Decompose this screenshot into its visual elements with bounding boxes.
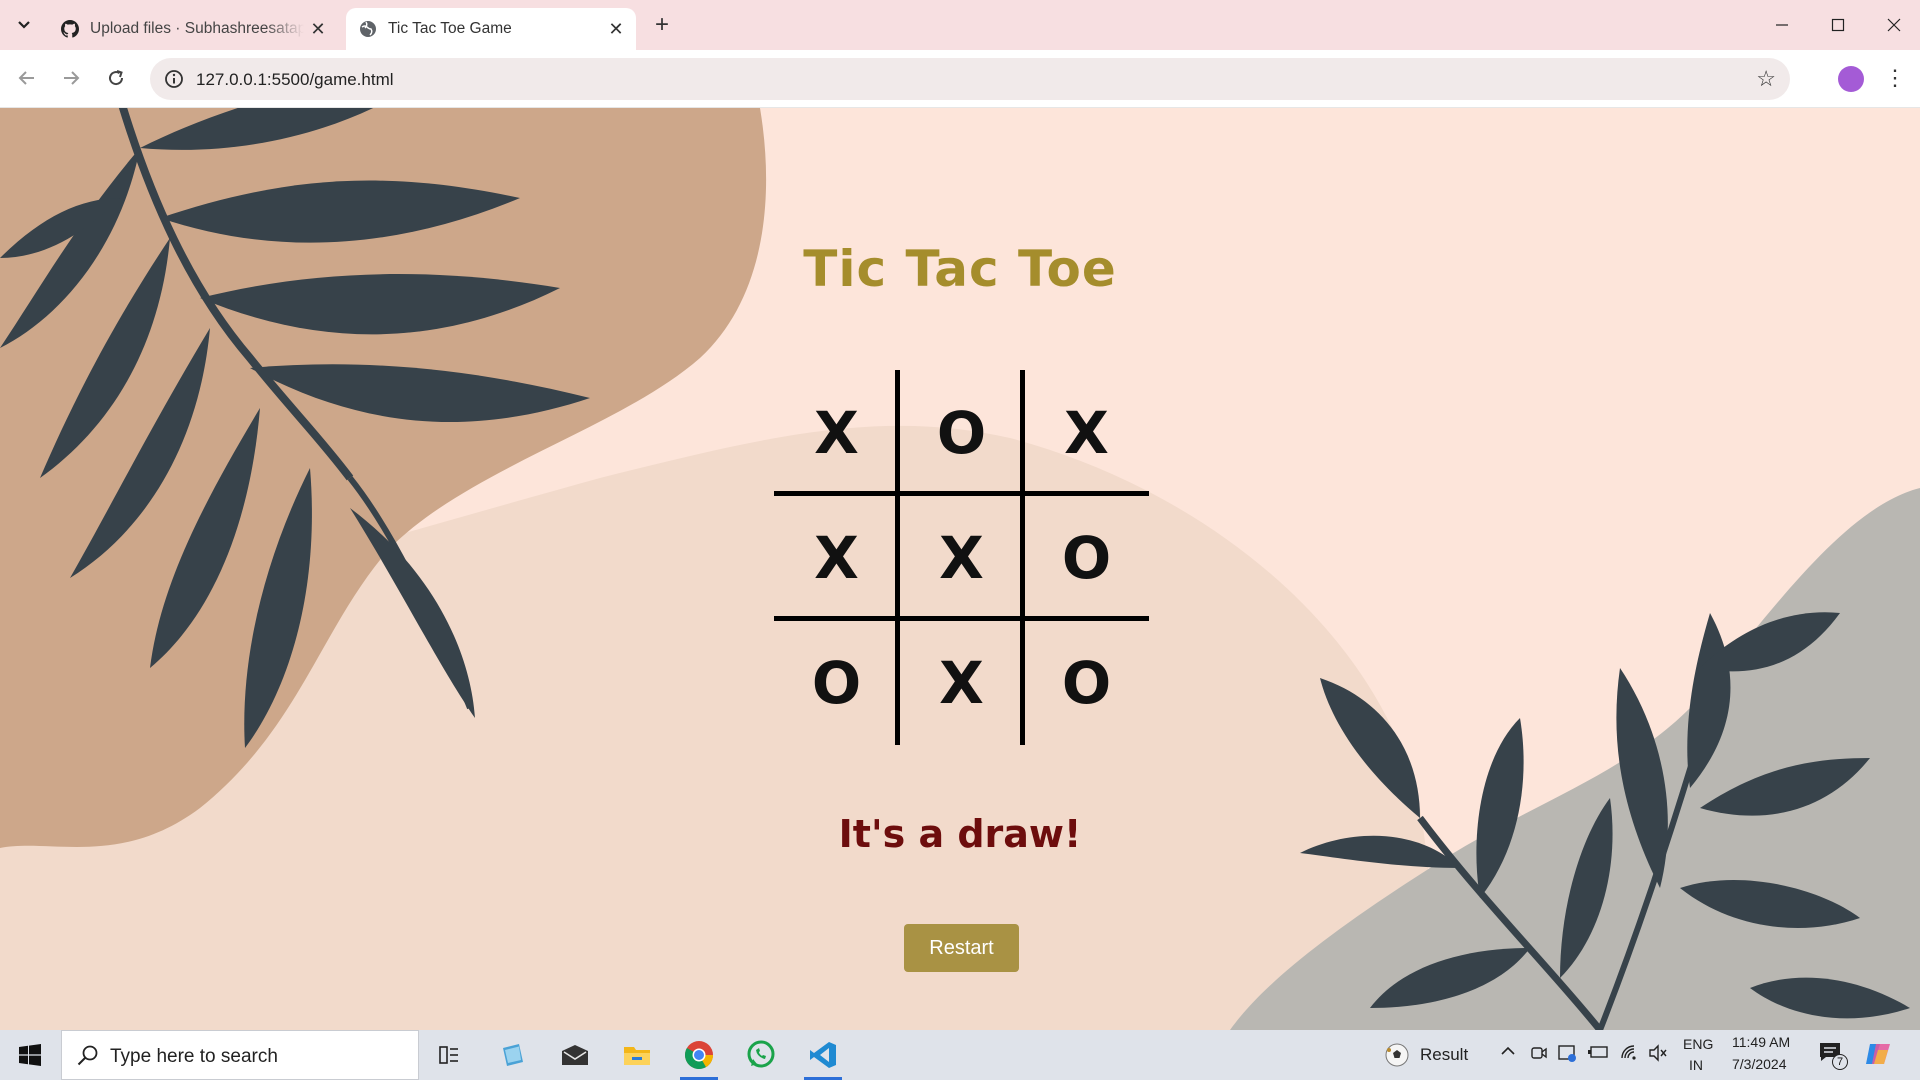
whatsapp-icon	[747, 1040, 775, 1068]
board-cell-2[interactable]: O	[899, 370, 1024, 495]
taskbar-app-vscode[interactable]	[798, 1033, 848, 1080]
task-view-icon	[439, 1046, 458, 1064]
game-title: Tic Tac Toe	[803, 240, 1117, 298]
new-tab-button[interactable]: +	[648, 11, 676, 39]
taskbar-search-box[interactable]: Type here to search	[61, 1030, 419, 1080]
tab-search-button[interactable]	[11, 12, 37, 38]
tab-title: Upload files · Subhashreesatapathy	[90, 20, 304, 37]
weather-label: Result	[1420, 1045, 1469, 1064]
grid-line	[895, 370, 900, 745]
restart-button[interactable]: Restart	[904, 924, 1019, 972]
soccer-ball-icon	[1385, 1043, 1409, 1067]
browser-tab-bar: Upload files · Subhashreesatapathy ✕ Tic…	[0, 0, 1920, 50]
taskbar-app-chrome[interactable]	[674, 1033, 724, 1080]
game-page: Tic Tac Toe X O X X X O O X O It's a dra…	[0, 108, 1920, 1030]
tab-title: Tic Tac Toe Game	[388, 20, 512, 37]
board-cell-6[interactable]: O	[1024, 495, 1149, 620]
folder-icon	[624, 1047, 650, 1065]
language-code: ENG	[1683, 1036, 1714, 1052]
copilot-button[interactable]	[1864, 1040, 1894, 1070]
board-cell-4[interactable]: X	[774, 495, 899, 620]
windows-logo-icon	[19, 1044, 41, 1066]
defender-icon[interactable]	[1557, 1043, 1577, 1068]
copilot-icon	[1866, 1044, 1890, 1064]
window-close-button[interactable]	[1866, 0, 1920, 50]
windows-taskbar: Type here to search Result ENG IN 11:49 …	[0, 1030, 1920, 1080]
task-view-button[interactable]	[425, 1033, 475, 1077]
mail-icon	[562, 1045, 588, 1065]
taskbar-app-mail[interactable]	[550, 1033, 600, 1077]
address-bar[interactable]: 127.0.0.1:5500/game.html ☆	[150, 58, 1790, 100]
maximize-icon	[1831, 18, 1845, 32]
board-cell-5[interactable]: X	[899, 495, 1024, 620]
show-hidden-icons-icon[interactable]	[1500, 1043, 1520, 1063]
minimize-button[interactable]	[1754, 0, 1810, 50]
close-icon[interactable]: ✕	[602, 15, 630, 43]
weather-widget[interactable]: Result	[1380, 1040, 1500, 1070]
vscode-icon	[810, 1042, 836, 1068]
meet-now-icon[interactable]	[1530, 1044, 1548, 1067]
board-cell-8[interactable]: X	[899, 620, 1024, 745]
volume-muted-icon[interactable]	[1648, 1044, 1668, 1067]
game-board: X O X X X O O X O	[774, 370, 1149, 745]
notification-center-button[interactable]: 7	[1818, 1040, 1848, 1070]
game-status-message: It's a draw!	[838, 812, 1082, 856]
notes-app-icon	[503, 1044, 523, 1066]
board-cell-7[interactable]: O	[774, 620, 899, 745]
back-button[interactable]	[11, 62, 43, 94]
start-button[interactable]	[8, 1035, 52, 1075]
globe-icon	[358, 19, 378, 39]
taskbar-app-file-explorer[interactable]	[612, 1033, 662, 1077]
chrome-icon	[685, 1041, 713, 1069]
reload-icon	[109, 70, 124, 86]
language-indicator[interactable]: ENG IN	[1680, 1035, 1716, 1075]
board-cell-3[interactable]: X	[1024, 370, 1149, 495]
wifi-icon[interactable]	[1620, 1043, 1640, 1066]
grid-line	[1020, 370, 1025, 745]
battery-icon[interactable]	[1587, 1044, 1609, 1065]
close-icon	[1887, 18, 1901, 32]
board-cell-9[interactable]: O	[1024, 620, 1149, 745]
notification-count-badge: 7	[1832, 1054, 1848, 1070]
clock-date: 7/3/2024	[1732, 1056, 1787, 1072]
arrow-left-icon	[18, 71, 34, 85]
tab-tic-tac-toe[interactable]: Tic Tac Toe Game ✕	[346, 8, 636, 50]
forward-button[interactable]	[55, 62, 87, 94]
region-code: IN	[1689, 1057, 1703, 1073]
browser-toolbar: 127.0.0.1:5500/game.html ☆ ⋮	[0, 50, 1920, 108]
taskbar-app-notes[interactable]	[488, 1033, 538, 1077]
github-icon	[60, 19, 80, 39]
url-text[interactable]: 127.0.0.1:5500/game.html	[196, 70, 394, 90]
grid-line	[774, 491, 1149, 496]
arrow-right-icon	[64, 71, 80, 85]
board-cell-1[interactable]: X	[774, 370, 899, 495]
site-info-icon[interactable]	[164, 69, 184, 89]
clock[interactable]: 11:49 AM 7/3/2024	[1728, 1033, 1808, 1077]
chevron-down-icon	[18, 21, 30, 29]
grid-line	[774, 616, 1149, 621]
bookmark-star-icon[interactable]: ☆	[1756, 66, 1776, 92]
minimize-icon	[1776, 24, 1788, 26]
close-icon[interactable]: ✕	[304, 15, 332, 43]
search-icon	[77, 1045, 98, 1066]
clock-time: 11:49 AM	[1732, 1034, 1791, 1050]
reload-button[interactable]	[100, 62, 132, 94]
profile-avatar[interactable]	[1838, 66, 1864, 92]
search-placeholder: Type here to search	[110, 1046, 278, 1067]
tab-upload-files[interactable]: Upload files · Subhashreesatapathy ✕	[48, 8, 338, 50]
maximize-button[interactable]	[1810, 0, 1866, 50]
browser-menu-icon[interactable]: ⋮	[1884, 64, 1906, 92]
taskbar-app-whatsapp[interactable]	[736, 1033, 786, 1077]
